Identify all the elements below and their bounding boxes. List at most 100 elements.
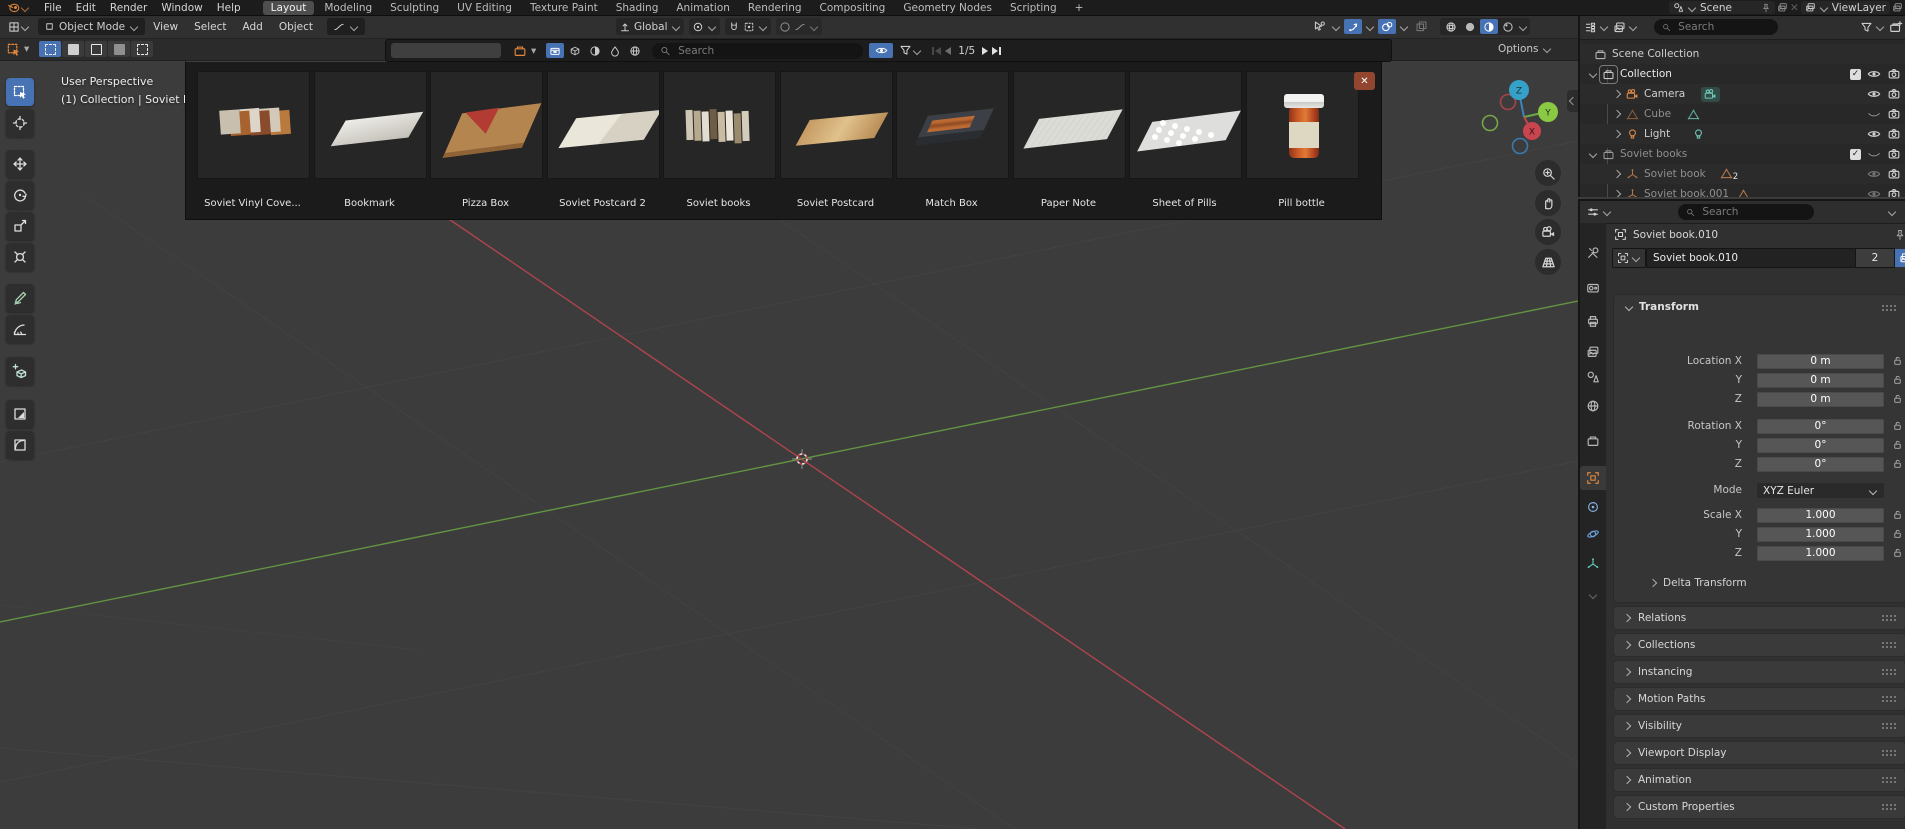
orientation-selector[interactable]: Global bbox=[616, 18, 684, 35]
asset-thumbnail-match-box[interactable] bbox=[896, 71, 1009, 179]
active-tool-button[interactable]: ▾ bbox=[6, 42, 29, 57]
filter-materials-button[interactable] bbox=[586, 43, 604, 58]
show-object-types-button[interactable] bbox=[1310, 19, 1328, 34]
lock-icon[interactable] bbox=[1892, 547, 1903, 558]
chevron-right-icon[interactable] bbox=[1612, 109, 1622, 119]
lock-icon[interactable] bbox=[1892, 528, 1903, 539]
shading-rendered-button[interactable] bbox=[1499, 19, 1517, 34]
asset-thumbnail-postcard-2[interactable] bbox=[547, 71, 660, 179]
menu-view[interactable]: View bbox=[145, 21, 186, 33]
panel-motion-paths[interactable]: Motion Paths bbox=[1614, 688, 1905, 710]
asset-card[interactable]: Pizza Box bbox=[430, 71, 543, 209]
panel-visibility[interactable]: Visibility bbox=[1614, 715, 1905, 737]
rotation-y-field[interactable]: 0° bbox=[1757, 438, 1884, 453]
panel-grip[interactable] bbox=[1882, 615, 1897, 621]
lock-icon[interactable] bbox=[1892, 355, 1903, 366]
menu-add[interactable]: Add bbox=[234, 21, 270, 33]
chevron-down-icon[interactable] bbox=[1588, 69, 1598, 79]
lock-icon[interactable] bbox=[1892, 420, 1903, 431]
panel-viewport-display[interactable]: Viewport Display bbox=[1614, 742, 1905, 764]
properties-search-field[interactable] bbox=[1678, 204, 1814, 220]
new-scene-button[interactable] bbox=[1777, 2, 1788, 13]
asset-thumbnail-vinyl-covers[interactable] bbox=[197, 71, 310, 179]
lock-icon[interactable] bbox=[1892, 439, 1903, 450]
tab-view-layer[interactable] bbox=[1580, 340, 1606, 364]
location-y-field[interactable]: 0 m bbox=[1757, 373, 1884, 388]
filter-worlds-button[interactable] bbox=[626, 43, 644, 58]
catalog-path-button[interactable] bbox=[391, 43, 501, 58]
show-gizmo-button[interactable] bbox=[1344, 19, 1362, 34]
lock-icon[interactable] bbox=[1892, 458, 1903, 469]
outliner-row-soviet-book[interactable]: Soviet book 2 bbox=[1580, 164, 1905, 184]
rotation-mode-dropdown[interactable]: XYZ Euler bbox=[1757, 483, 1884, 498]
lock-icon[interactable] bbox=[1892, 509, 1903, 520]
asset-thumbnail-books[interactable] bbox=[663, 71, 776, 179]
panel-grip[interactable] bbox=[1882, 669, 1897, 675]
panel-grip[interactable] bbox=[1882, 777, 1897, 783]
outliner-row-soviet-book-001[interactable]: Soviet book.001 bbox=[1580, 184, 1905, 197]
outliner-row-soviet-books[interactable]: Soviet books ✓ bbox=[1580, 144, 1905, 164]
tool-select-box[interactable] bbox=[6, 78, 34, 106]
menu-file[interactable]: File bbox=[37, 2, 69, 14]
view-layer-selector[interactable]: ViewLayer bbox=[1800, 1, 1890, 14]
asset-filter-dropdown[interactable] bbox=[899, 44, 922, 57]
show-assets-toggle[interactable] bbox=[869, 43, 894, 58]
panel-grip[interactable] bbox=[1882, 750, 1897, 756]
asset-thumbnail-pizza-box[interactable] bbox=[430, 71, 543, 179]
mesh-data-badge[interactable] bbox=[1687, 108, 1700, 121]
select-mode-subtract-button[interactable] bbox=[85, 41, 108, 57]
scale-y-field[interactable]: 1.000 bbox=[1757, 527, 1884, 542]
outliner-filter-id-type[interactable] bbox=[1613, 21, 1638, 34]
filter-fluids-button[interactable] bbox=[606, 43, 624, 58]
active-tool-dropdown[interactable] bbox=[327, 18, 366, 35]
properties-editor-type[interactable] bbox=[1586, 205, 1612, 219]
shading-wireframe-button[interactable] bbox=[1442, 19, 1460, 34]
hide-eye-icon[interactable] bbox=[1867, 87, 1881, 101]
menu-select[interactable]: Select bbox=[186, 21, 234, 33]
proportional-editing-controls[interactable] bbox=[775, 18, 822, 35]
tool-measure[interactable] bbox=[6, 315, 34, 343]
workspace-tab-uv-editing[interactable]: UV Editing bbox=[449, 1, 520, 15]
sidebar-collapse-handle[interactable] bbox=[1567, 90, 1578, 112]
outliner-filter-dropdown[interactable] bbox=[1860, 21, 1885, 34]
light-data-badge[interactable] bbox=[1692, 128, 1705, 141]
location-z-field[interactable]: 0 m bbox=[1757, 392, 1884, 407]
render-camera-icon[interactable] bbox=[1887, 127, 1901, 141]
chevron-right-icon[interactable] bbox=[1612, 189, 1622, 197]
pan-button[interactable] bbox=[1535, 190, 1561, 216]
panel-animation[interactable]: Animation bbox=[1614, 769, 1905, 791]
camera-data-badge[interactable] bbox=[1701, 86, 1721, 102]
filter-objects-button[interactable] bbox=[546, 43, 565, 58]
collection-checkbox[interactable]: ✓ bbox=[1850, 68, 1861, 80]
asset-card[interactable]: Match Box bbox=[896, 71, 1009, 209]
hide-eye-closed-icon[interactable] bbox=[1867, 147, 1881, 161]
asset-search-field[interactable] bbox=[652, 42, 864, 59]
tool-annotate[interactable] bbox=[6, 284, 34, 312]
outliner-row-cube[interactable]: Cube bbox=[1580, 104, 1905, 124]
tool-move[interactable] bbox=[6, 150, 34, 178]
tab-physics[interactable] bbox=[1580, 522, 1606, 546]
scene-selector[interactable]: Scene bbox=[1668, 1, 1775, 14]
panel-grip[interactable] bbox=[1882, 305, 1897, 311]
asset-card[interactable]: Sheet of Pills bbox=[1129, 71, 1242, 209]
scale-x-field[interactable]: 1.000 bbox=[1757, 508, 1884, 523]
menu-help[interactable]: Help bbox=[210, 2, 248, 14]
outliner-display-mode[interactable] bbox=[1584, 21, 1609, 34]
asset-card[interactable]: Soviet Postcard bbox=[780, 71, 893, 209]
tool-add-cube[interactable] bbox=[6, 357, 34, 385]
collection-checkbox[interactable]: ✓ bbox=[1850, 148, 1861, 160]
navigation-gizmo[interactable]: Z Y X bbox=[1480, 75, 1564, 159]
render-camera-icon[interactable] bbox=[1887, 67, 1901, 81]
users-count[interactable]: 2 bbox=[1856, 248, 1895, 268]
delete-scene-button[interactable]: ✕ bbox=[1790, 2, 1799, 14]
asset-thumbnail-bookmark[interactable] bbox=[314, 71, 427, 179]
workspace-tab-texture-paint[interactable]: Texture Paint bbox=[522, 1, 606, 15]
asset-search-input[interactable] bbox=[676, 43, 856, 58]
workspace-tab-layout[interactable]: Layout bbox=[262, 0, 315, 15]
zoom-button[interactable] bbox=[1535, 160, 1561, 186]
close-popup-button[interactable]: ✕ bbox=[1354, 72, 1375, 90]
panel-grip[interactable] bbox=[1882, 642, 1897, 648]
workspace-tab-shading[interactable]: Shading bbox=[608, 1, 667, 15]
editor-type-button[interactable] bbox=[0, 21, 38, 33]
workspace-tab-compositing[interactable]: Compositing bbox=[812, 1, 894, 15]
